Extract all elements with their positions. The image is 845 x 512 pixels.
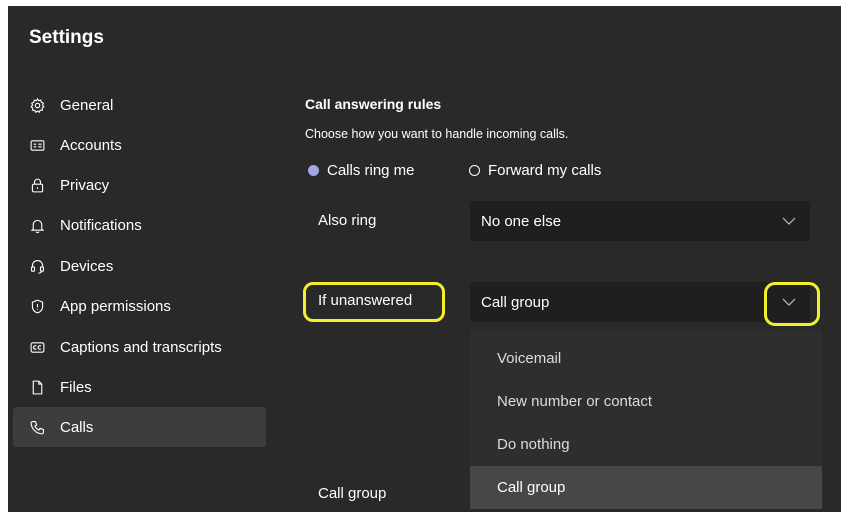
sidebar-item-label: Devices — [60, 257, 114, 275]
menu-option-voicemail[interactable]: Voicemail — [470, 337, 822, 380]
radio-label: Calls ring me — [327, 162, 415, 179]
highlight-dropdown-chevron — [764, 282, 820, 326]
also-ring-select[interactable]: No one else — [470, 201, 810, 241]
closed-captions-icon — [27, 337, 47, 357]
sidebar-item-label: Calls — [60, 418, 94, 436]
sidebar-item-label: Captions and transcripts — [60, 338, 222, 356]
select-value: No one else — [481, 212, 562, 230]
menu-option-call-group[interactable]: Call group — [470, 466, 822, 509]
menu-option-do-nothing[interactable]: Do nothing — [470, 423, 822, 466]
sidebar-item-label: General — [60, 96, 114, 114]
section-title: Call answering rules — [305, 96, 442, 112]
select-value: Call group — [481, 293, 550, 311]
sidebar-item-captions[interactable]: Captions and transcripts — [13, 327, 266, 367]
settings-window: Settings General Accounts Privacy Notifi… — [8, 6, 841, 512]
settings-title: Settings — [29, 27, 104, 48]
sidebar-item-notifications[interactable]: Notifications — [13, 205, 266, 245]
sidebar-item-general[interactable]: General — [13, 85, 266, 125]
call-group-label: Call group — [318, 485, 387, 502]
sidebar-item-app-permissions[interactable]: App permissions — [13, 286, 266, 326]
menu-option-new-number[interactable]: New number or contact — [470, 380, 822, 423]
sidebar-item-accounts[interactable]: Accounts — [13, 125, 266, 165]
radio-checked-icon — [308, 165, 319, 176]
sidebar-item-label: Files — [60, 378, 92, 396]
sidebar-item-label: Privacy — [60, 176, 110, 194]
file-icon — [27, 377, 47, 397]
sidebar-item-privacy[interactable]: Privacy — [13, 165, 266, 205]
radio-forward-my-calls[interactable]: Forward my calls — [469, 162, 601, 179]
section-description: Choose how you want to handle incoming c… — [305, 127, 569, 141]
highlight-if-unanswered — [303, 282, 445, 322]
id-card-icon — [27, 135, 47, 155]
radio-calls-ring-me[interactable]: Calls ring me — [308, 162, 415, 179]
sidebar-item-calls[interactable]: Calls — [13, 407, 266, 447]
sidebar-item-label: App permissions — [60, 297, 171, 315]
also-ring-label: Also ring — [318, 212, 377, 229]
if-unanswered-dropdown-menu: Voicemail New number or contact Do nothi… — [470, 331, 822, 509]
gear-icon — [27, 95, 47, 115]
chevron-down-icon — [780, 213, 798, 229]
sidebar-item-label: Accounts — [60, 136, 122, 154]
headset-icon — [27, 256, 47, 276]
bell-icon — [27, 215, 47, 235]
lock-icon — [27, 175, 47, 195]
shield-icon — [27, 296, 47, 316]
phone-icon — [27, 417, 47, 437]
sidebar-item-devices[interactable]: Devices — [13, 246, 266, 286]
sidebar-item-files[interactable]: Files — [13, 367, 266, 407]
radio-unchecked-icon — [469, 165, 480, 176]
sidebar-item-label: Notifications — [60, 216, 142, 234]
if-unanswered-select[interactable]: Call group — [470, 282, 810, 322]
radio-label: Forward my calls — [488, 162, 602, 179]
